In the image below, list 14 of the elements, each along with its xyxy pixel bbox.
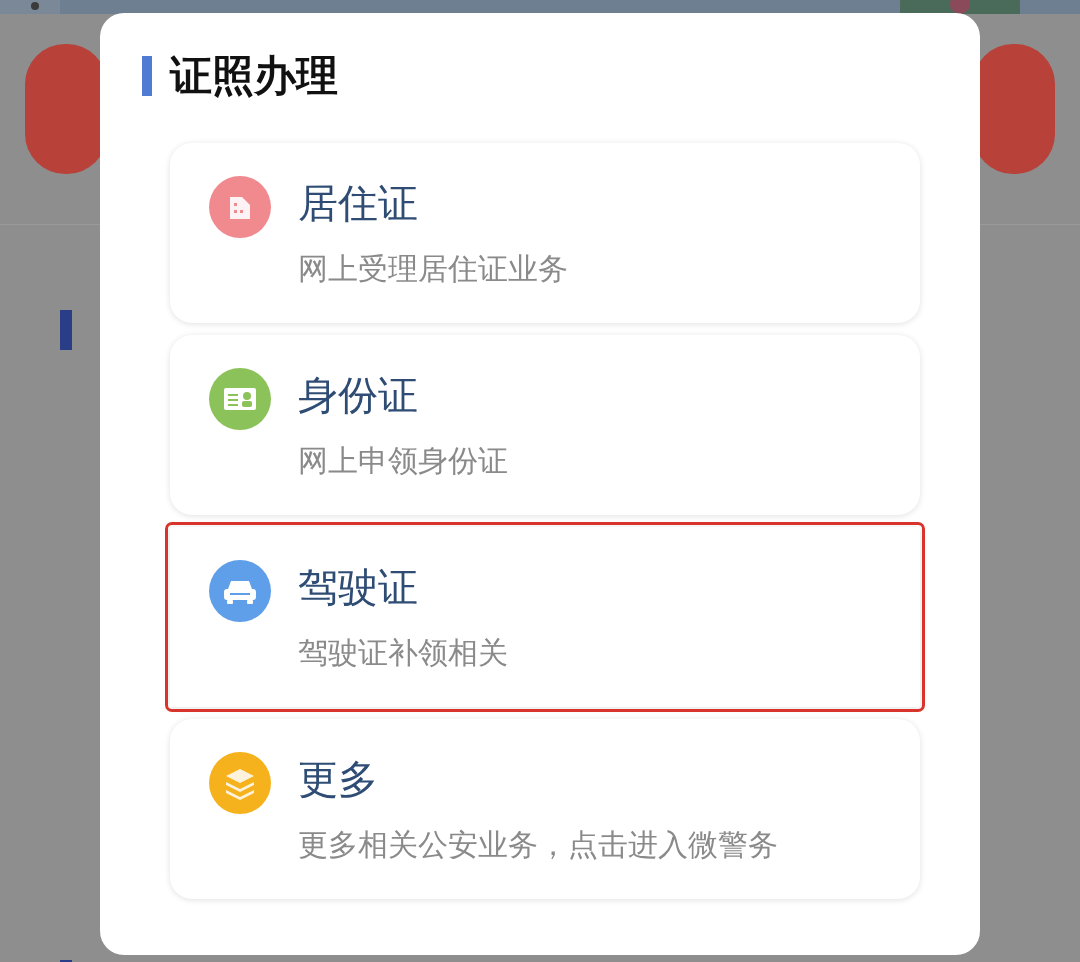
service-card[interactable]: 更多 更多相关公安业务，点击进入微警务: [170, 719, 920, 899]
service-card[interactable]: 居住证 网上受理居住证业务: [170, 143, 920, 323]
card-title: 居住证: [298, 179, 419, 227]
card-title: 身份证: [298, 371, 419, 419]
service-card[interactable]: 身份证 网上申领身份证: [170, 335, 920, 515]
card-title: 驾驶证: [298, 563, 419, 611]
card-subtitle: 更多相关公安业务，点击进入微警务: [298, 826, 778, 864]
title-marker: [142, 56, 152, 96]
dialog-title: 证照办理: [170, 50, 338, 102]
card-subtitle: 网上受理居住证业务: [298, 250, 568, 288]
card-subtitle: 网上申领身份证: [298, 442, 508, 480]
section-marker: [60, 310, 72, 350]
card-title: 更多: [298, 755, 379, 803]
card-subtitle: 驾驶证补领相关: [298, 634, 508, 672]
